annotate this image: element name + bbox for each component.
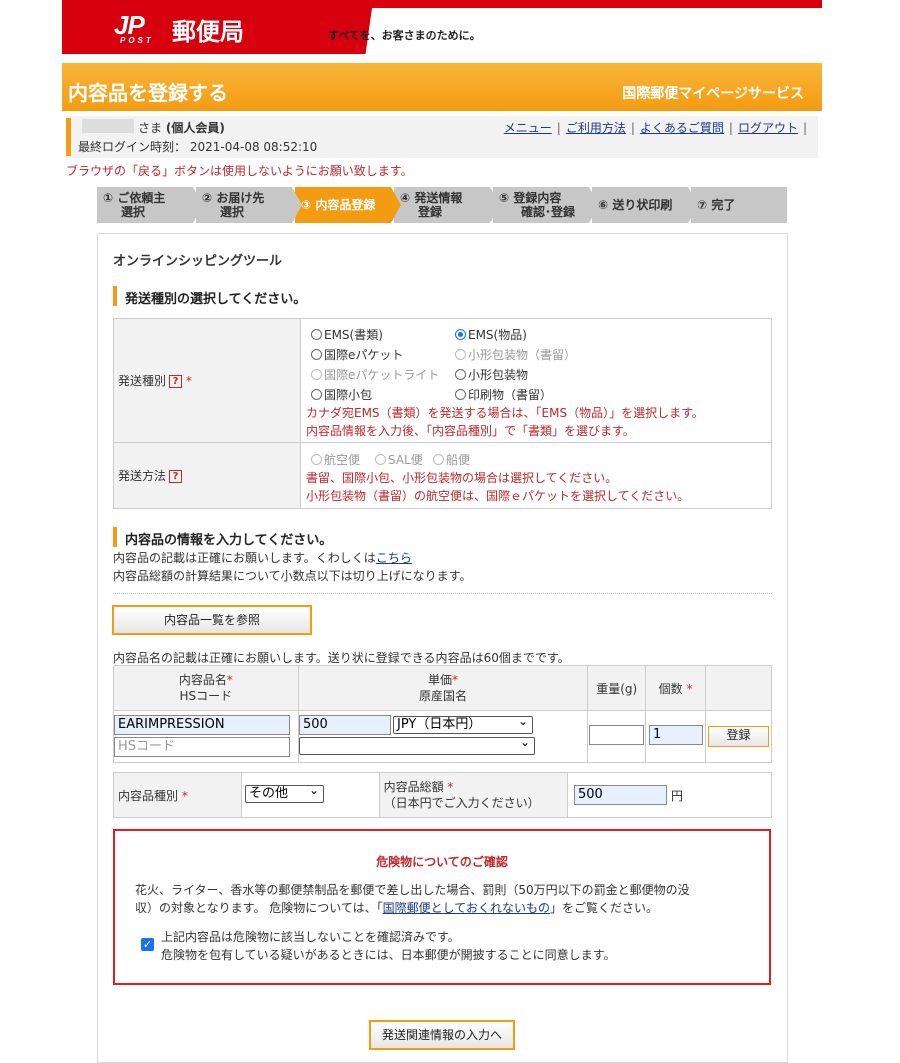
- dangerous-goods-title: 危険物についてのご確認: [376, 855, 508, 869]
- user-bar: さま (個人会員) 最終ログイン時刻： 2021-04-08 08:52:10 …: [66, 116, 818, 158]
- step-6: ⑥ 送り状印刷: [592, 187, 698, 223]
- dangerous-goods-body: 花火、ライター、香水等の郵便禁制品を郵便で差し出した場合、罰則（50万円以下の罰…: [135, 883, 690, 915]
- total-label-cell: 内容品総額 * （日本円でご入力ください）: [378, 772, 569, 818]
- yen-unit: 円: [671, 789, 684, 803]
- step-4: ④ 発送情報 登録: [394, 187, 500, 223]
- step-7: ⑦ 完了: [691, 187, 787, 223]
- user-name-redacted: [82, 119, 134, 133]
- currency-select[interactable]: JPY（日本円）: [393, 713, 533, 734]
- col-header-name: 内容品名* HSコード: [113, 665, 299, 711]
- details-link[interactable]: こちら: [376, 551, 412, 565]
- category-label-cell: 内容品種別 *: [113, 772, 242, 818]
- logo-text[interactable]: 郵便局: [172, 12, 244, 47]
- menu-link[interactable]: メニュー: [504, 121, 552, 135]
- radio-air-mail[interactable]: 航空便: [311, 451, 360, 468]
- ship-type-note-2: 内容品情報を入力後、「内容品種別」で「書類」を選びます。: [306, 424, 635, 438]
- help-icon[interactable]: ?: [169, 470, 183, 483]
- total-amount-input[interactable]: 500: [574, 785, 667, 805]
- quantity-input[interactable]: 1: [649, 725, 703, 745]
- contents-info-1: 内容品の記載は正確にお願いします。くわしくはこちら: [113, 551, 412, 565]
- page-title: 内容品を登録する: [68, 81, 228, 105]
- method-note-1: 書留、国際小包、小形包装物の場合は選択してください。: [306, 471, 618, 485]
- hs-code-input[interactable]: HSコード: [114, 737, 290, 757]
- service-name: 国際郵便マイページサービス: [622, 86, 804, 102]
- radio-epacket-light[interactable]: 国際eパケットライト: [311, 366, 439, 383]
- register-item-button[interactable]: 登録: [708, 726, 769, 747]
- slogan: すべてを、お客さまのために。: [328, 29, 481, 42]
- radio-small-packet[interactable]: 小形包装物: [455, 366, 528, 383]
- origin-country-select[interactable]: [299, 734, 535, 755]
- unit-price-input[interactable]: 500: [299, 715, 391, 735]
- jp-post-logo-sub: POST: [120, 36, 154, 45]
- logout-link[interactable]: ログアウト: [738, 121, 798, 135]
- category-select[interactable]: その他: [245, 782, 324, 803]
- usage-link[interactable]: ご利用方法: [566, 121, 626, 135]
- col-header-qty: 個数 *: [645, 665, 707, 711]
- prohibited-items-link[interactable]: 国際郵便としておくれないもの: [383, 901, 550, 915]
- step-2: ② お届け先 選択: [196, 187, 302, 223]
- confirm-checkbox[interactable]: ✓: [141, 938, 154, 951]
- item-name-input[interactable]: EARIMPRESSION: [114, 715, 290, 735]
- confirm-text: 上記内容品は危険物に該当しないことを確認済みです。 危険物を包有している疑いがある…: [161, 930, 616, 962]
- section-contents-title: 内容品の情報を入力してください。: [113, 527, 332, 548]
- site-header: JP POST 郵便局 すべてを、お客さまのために。: [62, 0, 822, 54]
- browse-contents-button[interactable]: 内容品一覧を参照: [112, 605, 312, 635]
- help-icon[interactable]: ?: [169, 375, 183, 388]
- weight-input[interactable]: [589, 725, 644, 745]
- dangerous-goods-box: 危険物についてのご確認 花火、ライター、香水等の郵便禁制品を郵便で差し出した場合…: [113, 829, 771, 985]
- faq-link[interactable]: よくあるご質問: [640, 121, 724, 135]
- col-header-weight: 重量(g): [587, 665, 647, 711]
- back-button-warning: ブラウザの「戻る」ボタンは使用しないようにお願い致します。: [66, 164, 413, 178]
- next-shipping-info-button[interactable]: 発送関連情報の入力へ: [369, 1020, 515, 1050]
- items-note: 内容品名の記載は正確にお願いします。送り状に登録できる内容品は60個までです。: [113, 651, 570, 665]
- ship-method-label-cell: 発送方法?: [113, 442, 301, 509]
- last-login: 最終ログイン時刻： 2021-04-08 08:52:10: [78, 140, 318, 154]
- progress-steps: ① ご依頼主 選択 ② お届け先 選択 ③ 内容品登録 ④ 発送情報 登録 ⑤ 登録内…: [97, 187, 787, 223]
- radio-surface-mail[interactable]: 船便: [433, 451, 470, 468]
- radio-ems-goods[interactable]: EMS(物品): [455, 326, 527, 343]
- ship-type-label-cell: 発送種別? *: [113, 318, 301, 443]
- step-5: ⑤ 登録内容 確認･登録: [493, 187, 599, 223]
- col-header-price: 単価* 原産国名: [297, 665, 589, 711]
- section-ship-type-title: 発送種別の選択してください。: [113, 286, 306, 307]
- step-3: ③ 内容品登録: [295, 187, 401, 223]
- radio-ems-documents[interactable]: EMS(書類): [311, 326, 383, 343]
- user-member: さま (個人会員): [138, 121, 225, 135]
- title-bar: 内容品を登録する 国際郵便マイページサービス: [62, 63, 822, 111]
- panel-heading: オンラインシッピングツール: [113, 254, 283, 269]
- method-note-2: 小形包装物（書留）の航空便は、国際ｅパケットを選択してください。: [306, 489, 690, 503]
- radio-international-epacket[interactable]: 国際eパケット: [311, 346, 403, 363]
- ship-type-note-1: カナダ宛EMS（書類）を発送する場合は、「EMS（物品）」を選択します。: [306, 406, 704, 420]
- radio-sal-mail[interactable]: SAL便: [375, 451, 423, 468]
- step-1: ① ご依頼主 選択: [97, 187, 203, 223]
- radio-international-parcel[interactable]: 国際小包: [311, 386, 372, 403]
- radio-small-packet-registered[interactable]: 小形包装物（書留）: [455, 346, 576, 363]
- radio-printed-matter-registered[interactable]: 印刷物（書留）: [455, 386, 552, 403]
- user-links: メニュー | ご利用方法 | よくあるご質問 | ログアウト |: [503, 121, 807, 135]
- contents-info-2: 内容品総額の計算結果について小数点以下は切り上げになります。: [113, 569, 472, 583]
- divider: [113, 593, 772, 594]
